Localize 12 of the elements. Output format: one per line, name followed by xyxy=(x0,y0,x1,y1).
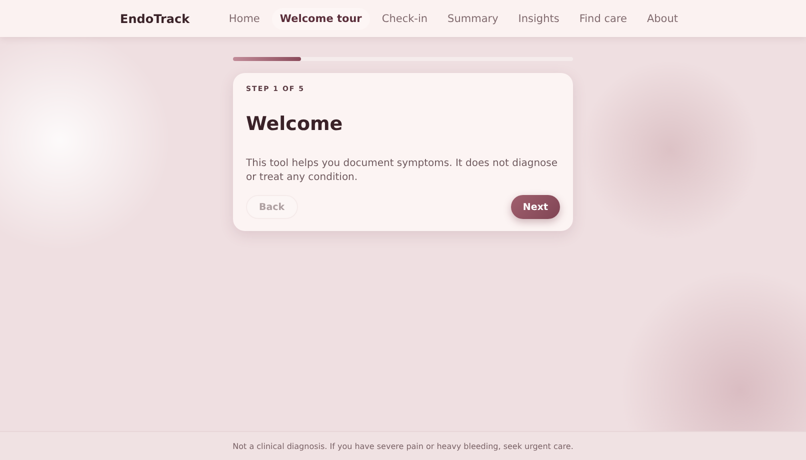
next-button[interactable]: Next xyxy=(510,195,560,219)
nav-link[interactable]: Summary xyxy=(440,8,506,30)
nav-link[interactable]: About xyxy=(638,8,686,30)
nav-link[interactable]: Find care xyxy=(571,8,635,30)
nav-link[interactable]: Welcome tour xyxy=(272,8,370,30)
card-title: Welcome xyxy=(246,113,344,135)
disclaimer-text: Not a clinical diagnosis. If you have severe pain or heavy bleeding, seek urgent care. xyxy=(232,442,574,450)
nav-link[interactable]: Check-in xyxy=(374,8,436,30)
card-description: This tool helps you document symptoms. It does not diagnose or treat any condition. xyxy=(246,157,559,185)
brand-logo[interactable]: EndoTrack xyxy=(120,12,190,26)
nav-link[interactable]: Home xyxy=(220,8,268,30)
nav-link[interactable]: Insights xyxy=(510,8,568,30)
